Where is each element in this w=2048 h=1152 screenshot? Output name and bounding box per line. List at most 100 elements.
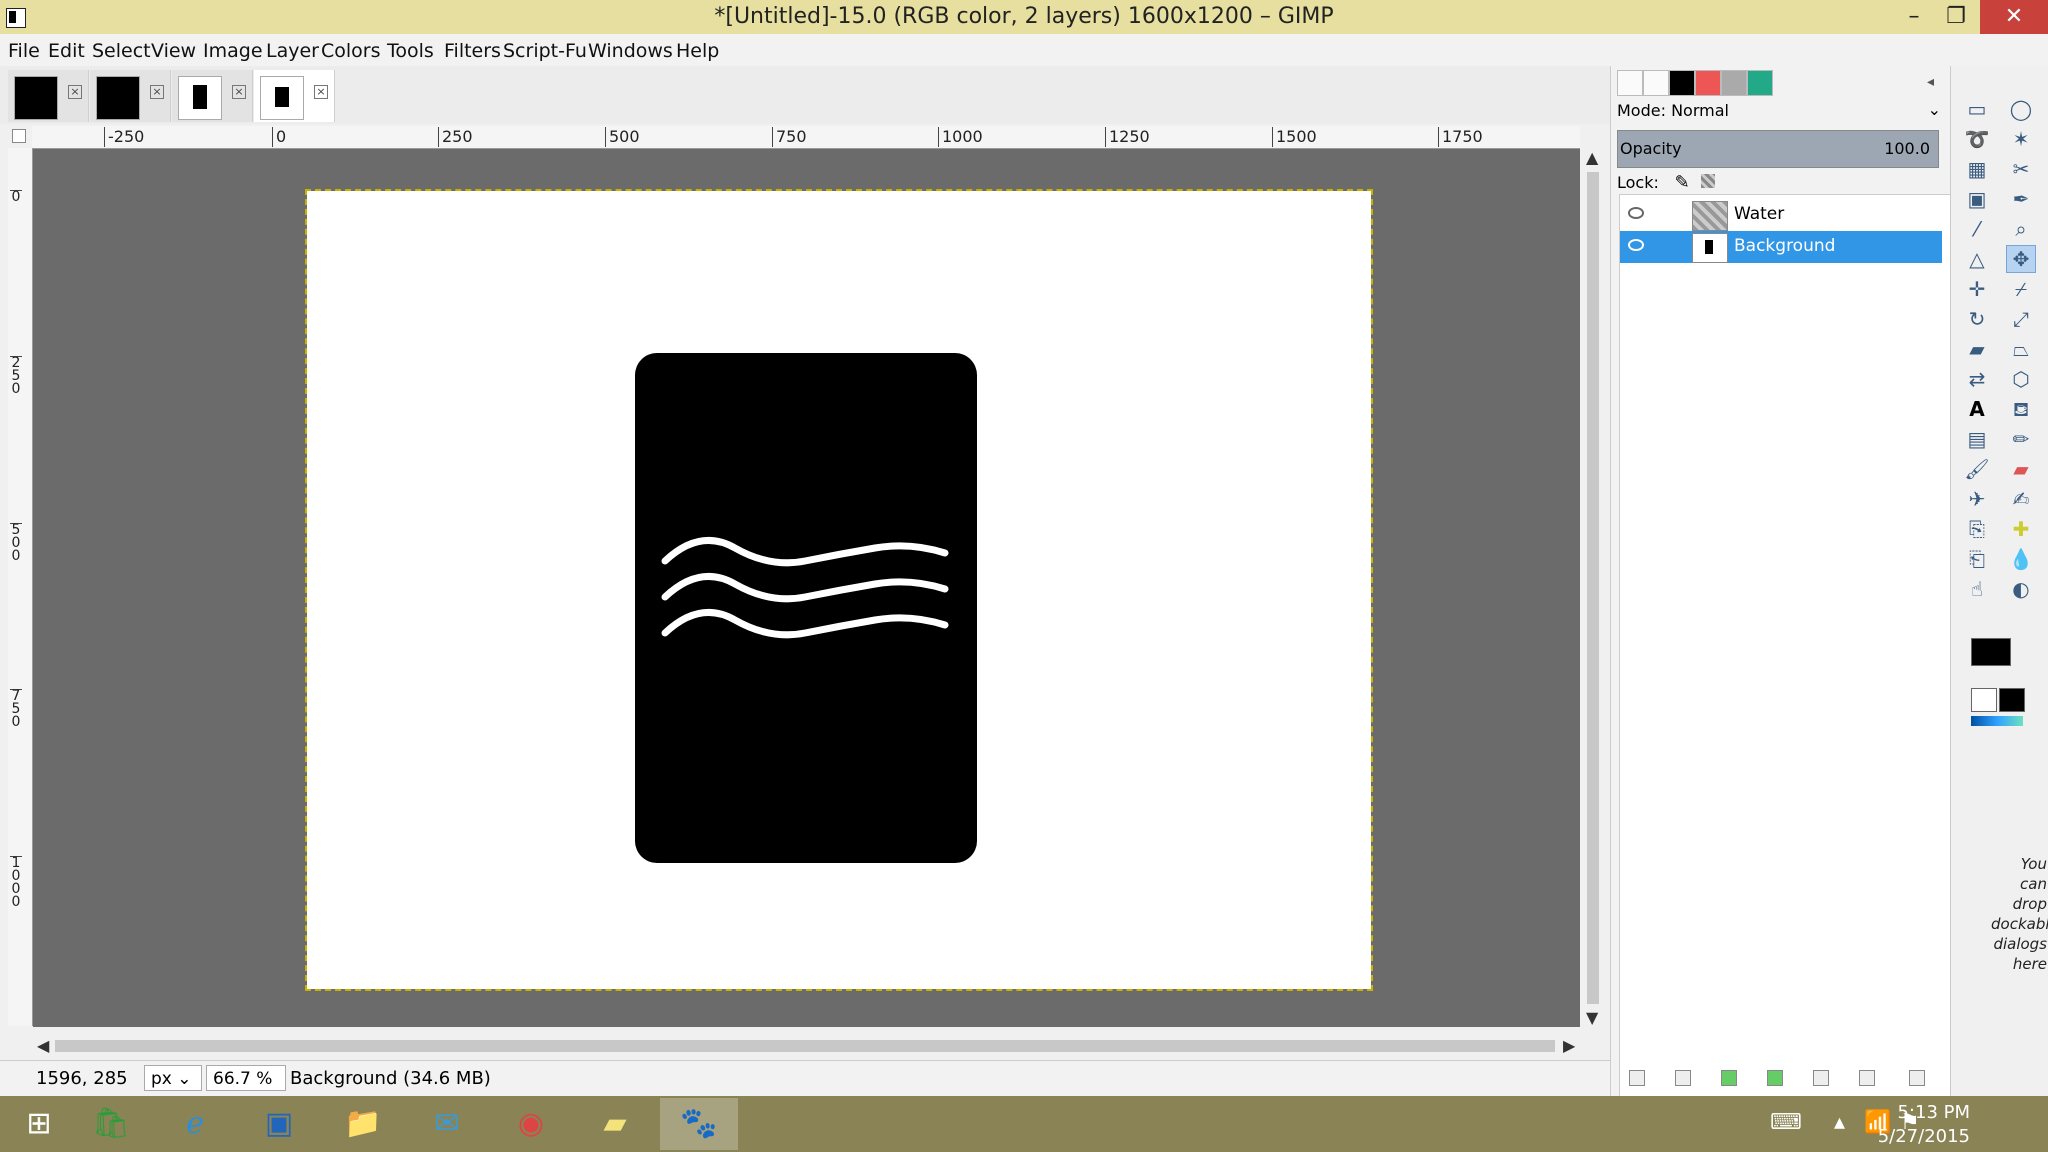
menu-windows[interactable]: Windows [588, 40, 673, 62]
channels-tab-icon[interactable] [1643, 70, 1669, 96]
paths-tab-icon[interactable] [1669, 70, 1695, 96]
default-colors-icon[interactable] [1971, 688, 1997, 712]
visibility-eye-icon[interactable] [1628, 239, 1644, 251]
mail-app-icon[interactable]: ✉ [408, 1098, 486, 1150]
new-layer-group-icon[interactable] [1675, 1070, 1691, 1086]
dock-menu-icon[interactable]: ◂ [1927, 74, 1934, 90]
shear-tool-icon[interactable]: ▰ [1963, 336, 1991, 362]
blend-tool-icon[interactable]: ▤ [1963, 426, 1991, 452]
paths-tool-icon[interactable]: ✒ [2007, 186, 2035, 212]
perspective-clone-tool-icon[interactable]: ⎗ [1963, 546, 1991, 572]
scroll-left-icon[interactable]: ◀ [37, 1036, 49, 1055]
scroll-thumb[interactable] [55, 1040, 1555, 1052]
lock-pixels-icon[interactable]: ✎ [1675, 172, 1690, 193]
color-picker-tool-icon[interactable]: ⁄ [1963, 216, 1991, 242]
show-hidden-icons-icon[interactable]: ▴ [1834, 1110, 1845, 1135]
internet-explorer-icon[interactable]: ℯ [156, 1098, 234, 1150]
cage-transform-tool-icon[interactable]: ⬡ [2007, 366, 2035, 392]
zoom-select[interactable]: 66.7 % ⌄ [206, 1065, 286, 1115]
airbrush-tool-icon[interactable]: ✈ [1963, 486, 1991, 512]
colormap-tab-icon[interactable] [1695, 70, 1721, 96]
perspective-tool-icon[interactable]: ⏢ [2007, 336, 2035, 362]
layers-tab-icon[interactable] [1617, 70, 1643, 96]
quick-mask-toggle[interactable] [12, 129, 26, 143]
canvas-area[interactable] [33, 149, 1580, 1027]
start-button[interactable]: ⊞ [0, 1098, 78, 1150]
free-select-tool-icon[interactable]: ➰ [1963, 126, 1991, 152]
close-tab-icon[interactable]: × [314, 85, 328, 99]
visibility-eye-icon[interactable] [1628, 207, 1644, 219]
histogram-tab-icon[interactable] [1721, 70, 1747, 96]
image-tab[interactable]: × [90, 70, 171, 122]
image-canvas[interactable] [305, 189, 1373, 991]
menu-image[interactable]: Image [203, 40, 263, 62]
maximize-button[interactable]: ❐ [1932, 0, 1980, 34]
paintbrush-tool-icon[interactable]: 🖌 [1963, 456, 1991, 482]
image-tab[interactable]: × [172, 70, 253, 122]
horizontal-scrollbar[interactable]: ◀ ▶ [33, 1032, 1583, 1060]
menu-help[interactable]: Help [676, 40, 719, 62]
opacity-slider[interactable]: Opacity 100.0 [1617, 130, 1939, 168]
clone-tool-icon[interactable]: ⎘ [1963, 516, 1991, 542]
text-tool-icon[interactable]: A [1963, 396, 1991, 422]
menu-file[interactable]: File [8, 40, 40, 62]
close-button[interactable]: ✕ [1980, 0, 2048, 34]
image-tab-active[interactable]: × [254, 70, 335, 122]
scissors-tool-icon[interactable]: ✂ [2007, 156, 2035, 182]
new-layer-icon[interactable] [1629, 1070, 1645, 1086]
minimize-button[interactable]: – [1890, 0, 1938, 34]
dodge-burn-tool-icon[interactable]: ◐ [2007, 576, 2035, 602]
select-by-color-tool-icon[interactable]: ▦ [1963, 156, 1991, 182]
mode-select[interactable]: Mode: Normal ⌄ [1617, 100, 1947, 126]
menu-view[interactable]: View [151, 40, 196, 62]
image-tab[interactable]: × [8, 70, 89, 122]
vertical-ruler[interactable]: 0 250 500 750 1000 [8, 148, 33, 1026]
measure-tool-icon[interactable]: △ [1963, 246, 1991, 272]
clock-time[interactable]: 5:13 PM [1897, 1102, 1970, 1123]
vertical-scrollbar[interactable]: ▲ ▼ [1580, 148, 1606, 1028]
foreground-color-swatch[interactable] [1971, 638, 2011, 666]
rect-select-tool-icon[interactable]: ▭ [1963, 96, 1991, 122]
zoom-tool-icon[interactable]: ⌕ [2007, 216, 2035, 242]
lock-alpha-icon[interactable] [1701, 174, 1716, 188]
eraser-tool-icon[interactable]: ▰ [2007, 456, 2035, 482]
scroll-up-icon[interactable]: ▲ [1586, 148, 1598, 167]
delete-layer-icon[interactable] [1909, 1070, 1925, 1086]
keyboard-icon[interactable]: ⌨ [1770, 1110, 1802, 1135]
swap-colors-icon[interactable] [1999, 688, 2025, 712]
ink-tool-icon[interactable]: ✍ [2007, 486, 2035, 512]
lower-layer-icon[interactable] [1767, 1070, 1783, 1086]
bucket-fill-tool-icon[interactable]: ⛾ [2007, 396, 2035, 422]
move-tool-icon[interactable]: ✥ [2006, 245, 2036, 273]
crop-tool-icon[interactable]: ⌿ [2007, 276, 2035, 302]
heal-tool-icon[interactable]: ✚ [2007, 516, 2035, 542]
blur-tool-icon[interactable]: 💧 [2007, 546, 2035, 572]
close-tab-icon[interactable]: × [232, 85, 246, 99]
menu-filters[interactable]: Filters [444, 40, 501, 62]
scroll-right-icon[interactable]: ▶ [1563, 1036, 1575, 1055]
duplicate-layer-icon[interactable] [1813, 1070, 1829, 1086]
fuzzy-select-tool-icon[interactable]: ✶ [2007, 126, 2035, 152]
gradient-tab-icon[interactable] [1747, 70, 1773, 96]
store-app-icon[interactable]: 🛍 [72, 1098, 150, 1150]
menu-select[interactable]: Select [92, 40, 151, 62]
foreground-select-tool-icon[interactable]: ▣ [1963, 186, 1991, 212]
close-tab-icon[interactable]: × [150, 85, 164, 99]
chrome-icon[interactable]: ◉ [492, 1098, 570, 1150]
align-tool-icon[interactable]: ✛ [1963, 276, 1991, 302]
rotate-tool-icon[interactable]: ↻ [1963, 306, 1991, 332]
flip-tool-icon[interactable]: ⇄ [1963, 366, 1991, 392]
smudge-tool-icon[interactable]: ☝ [1963, 576, 1991, 602]
menu-script-fu[interactable]: Script-Fu [503, 40, 587, 62]
lenovo-app-icon[interactable]: ▣ [240, 1098, 318, 1150]
layer-row-background[interactable]: Background [1620, 231, 1942, 263]
anchor-layer-icon[interactable] [1859, 1070, 1875, 1086]
scale-tool-icon[interactable]: ⤢ [2007, 306, 2035, 332]
layer-row-water[interactable]: Water [1620, 199, 1942, 231]
sticky-notes-icon[interactable]: ▰ [576, 1098, 654, 1150]
menu-colors[interactable]: Colors [321, 40, 381, 62]
file-explorer-icon[interactable]: 📁 [324, 1098, 402, 1150]
close-tab-icon[interactable]: × [68, 85, 82, 99]
menu-tools[interactable]: Tools [387, 40, 434, 62]
scroll-thumb[interactable] [1587, 172, 1599, 1004]
